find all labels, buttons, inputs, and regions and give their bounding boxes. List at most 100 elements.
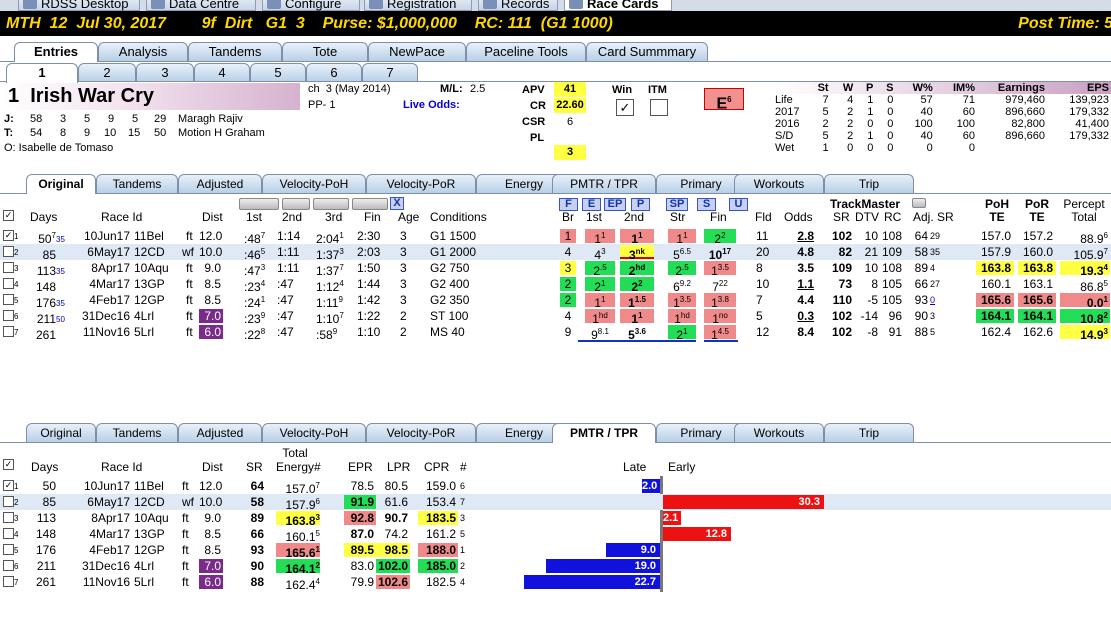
tab-configure[interactable]: Configure <box>262 0 360 11</box>
tab-newpace[interactable]: NewPace <box>368 42 466 61</box>
row-checkbox[interactable]: ✓ <box>3 230 14 241</box>
por-te: 163.8 <box>1018 261 1056 275</box>
call-2nd: :47 <box>277 309 294 323</box>
race-date: 31Dec16 <box>81 309 130 323</box>
tab-horse-1[interactable]: 1 <box>6 63 78 83</box>
tab-entries[interactable]: Entries <box>14 42 98 62</box>
tab-workouts[interactable]: Workouts <box>734 174 824 193</box>
tab-trip[interactable]: Trip <box>824 423 914 442</box>
table-row[interactable]: 5 176 35 4Feb17 12GP ft 8.5:241:47 1:119 1:42 3 G2… <box>0 292 1111 310</box>
pos-2nd: 11 <box>620 309 654 326</box>
tab-primary[interactable]: Primary <box>656 174 746 193</box>
sort-fin-button[interactable] <box>352 198 388 210</box>
row-checkbox[interactable] <box>3 278 14 289</box>
table-row[interactable]: 7 261 11Nov16 5Lrl ft 6.0:228:47:589 1:10 2 MS 4… <box>0 324 1111 342</box>
tab-paceline-tools[interactable]: Paceline Tools <box>466 42 586 61</box>
row-checkbox[interactable] <box>3 544 14 555</box>
rc: 109 <box>881 245 902 259</box>
sort-1st-button[interactable] <box>239 198 279 210</box>
tab-card-summary[interactable]: Card Summmary <box>586 42 708 61</box>
stats-cell: 60 <box>962 129 975 142</box>
tab-primary[interactable]: Primary <box>656 423 746 442</box>
tab-adjusted[interactable]: Adjusted <box>178 423 262 442</box>
table-row[interactable]: 4 148 4Mar17 13GP ft 8.5:234:47 1:124 1:44 3 G2 4… <box>0 276 1111 294</box>
table-row[interactable]: 6 211 50 31Dec16 4Lrl ft 7.0:239:47 1:107 1:22 2 S… <box>0 308 1111 326</box>
tab-race-cards[interactable]: Race Cards <box>564 0 672 11</box>
tab-velocity-poh[interactable]: Velocity-PoH <box>262 174 366 193</box>
tab-tandems[interactable]: Tandems <box>188 42 282 61</box>
tab-tote[interactable]: Tote <box>282 42 368 61</box>
select-all-checkbox-2[interactable]: ✓ <box>3 459 14 470</box>
lpr: 80.5 <box>384 479 408 493</box>
row-underline <box>704 340 738 342</box>
tab-rdss-desktop[interactable]: RDSS Desktop <box>18 0 140 11</box>
tab-records[interactable]: Records <box>478 0 558 11</box>
tab-velocity-poh[interactable]: Velocity-PoH <box>262 423 366 442</box>
race-id: 5Lrl <box>134 325 155 339</box>
row-checkbox[interactable] <box>3 576 14 587</box>
race-date: 8Apr17 <box>91 261 130 275</box>
epr: 92.8 <box>344 511 376 525</box>
row-checkbox[interactable] <box>3 262 14 273</box>
table-row[interactable]: ✓ 1 507 35 10Jun17 11Bel ft 12.0:487 1:14 2:041 2:… <box>0 228 1111 246</box>
tab-analysis[interactable]: Analysis <box>98 42 188 61</box>
row-checkbox[interactable] <box>3 326 14 337</box>
tab-trip[interactable]: Trip <box>824 174 914 193</box>
tab-horse-5[interactable]: 5 <box>250 63 306 82</box>
tab-horse-7[interactable]: 7 <box>362 63 418 82</box>
tab-horse-4[interactable]: 4 <box>194 63 250 82</box>
row-checkbox[interactable] <box>3 310 14 321</box>
tab-velocity-por[interactable]: Velocity-PoR <box>366 174 476 193</box>
tab-horse-2[interactable]: 2 <box>78 63 136 82</box>
tab-pmtr-tpr[interactable]: PMTR / TPR <box>552 423 656 443</box>
tab-velocity-por[interactable]: Velocity-PoR <box>366 423 476 442</box>
poh-te: 163.8 <box>976 261 1014 275</box>
tab-horse-3[interactable]: 3 <box>136 63 194 82</box>
cpr-rank: 3 <box>460 513 466 523</box>
tab-pmtr-tpr[interactable]: PMTR / TPR <box>552 174 656 193</box>
table-row[interactable]: 6 211 31Dec16 4Lrl ft 7.0 90 164.12 83.0 102.0 185… <box>0 558 1111 576</box>
total-energy-sup: 6 <box>315 497 320 506</box>
sort-2nd-button[interactable] <box>282 198 310 210</box>
table-row[interactable]: 7 261 11Nov16 5Lrl ft 6.0 88 162.44 79.9 102.6 182… <box>0 574 1111 592</box>
surface: ft <box>182 559 189 573</box>
pos-1st: 11 <box>585 293 615 310</box>
tab-workouts[interactable]: Workouts <box>734 423 824 442</box>
table-row[interactable]: 2 85 6May17 12CD wf 10.0:465 1:11 1:373 2:03 3 G1 … <box>0 244 1111 262</box>
tab-adjusted[interactable]: Adjusted <box>178 174 262 193</box>
tab-tandems[interactable]: Tandems <box>96 174 178 193</box>
tab-horse-6[interactable]: 6 <box>306 63 362 82</box>
race-number: 12 <box>49 15 68 32</box>
pos-fin-sup: 4.5 <box>717 327 729 336</box>
table-row[interactable]: 2 85 6May17 12CD wf 10.0 58 157.96 91.9 61.6 153.4… <box>0 494 1111 512</box>
row-checkbox[interactable] <box>3 528 14 539</box>
adjust-toggle[interactable] <box>912 198 926 208</box>
row-checkbox[interactable] <box>3 512 14 523</box>
surface: wf <box>182 495 194 509</box>
clear-x-button[interactable]: X <box>390 197 404 210</box>
row-checkbox[interactable] <box>3 496 14 507</box>
row-checkbox[interactable] <box>3 294 14 305</box>
table-row[interactable]: 4 148 4Mar17 13GP ft 8.5 66 160.15 87.0 74.2 161.2… <box>0 526 1111 544</box>
pos-fin-sup: 3.8 <box>717 295 729 304</box>
tab-original[interactable]: Original <box>26 174 96 194</box>
sort-3rd-button[interactable] <box>313 198 349 210</box>
table-row[interactable]: 5 176 4Feb17 12GP ft 8.5 93 165.61 89.5 98.5 188.0… <box>0 542 1111 560</box>
tab-tandems[interactable]: Tandems <box>96 423 178 442</box>
table-row[interactable]: ✓ 1 50 10Jun17 11Bel ft 12.0 64 157.07 78.5 80.5 15… <box>0 478 1111 496</box>
poh-te: 165.6 <box>976 293 1014 307</box>
win-checkbox[interactable]: ✓ <box>616 99 634 116</box>
cpr: 159.0 <box>425 479 456 493</box>
row-checkbox[interactable] <box>3 560 14 571</box>
table-row[interactable]: 3 113 8Apr17 10Aqu ft 9.0 89 163.83 92.8 90.7 183.… <box>0 510 1111 528</box>
tab-data-centre[interactable]: Data Centre <box>146 0 256 11</box>
final-time: 1:44 <box>357 277 381 291</box>
row-checkbox[interactable] <box>3 246 14 257</box>
table-row[interactable]: 3 113 35 8Apr17 10Aqu ft 9.0:473 1:11 1:377 1:50 3… <box>0 260 1111 278</box>
itm-checkbox[interactable] <box>650 99 668 116</box>
tab-original[interactable]: Original <box>26 423 96 442</box>
tab-registration[interactable]: Registration <box>364 0 472 11</box>
select-all-checkbox[interactable]: ✓ <box>3 210 14 221</box>
call-1st: :241 <box>244 295 266 310</box>
row-checkbox[interactable]: ✓ <box>3 480 14 491</box>
